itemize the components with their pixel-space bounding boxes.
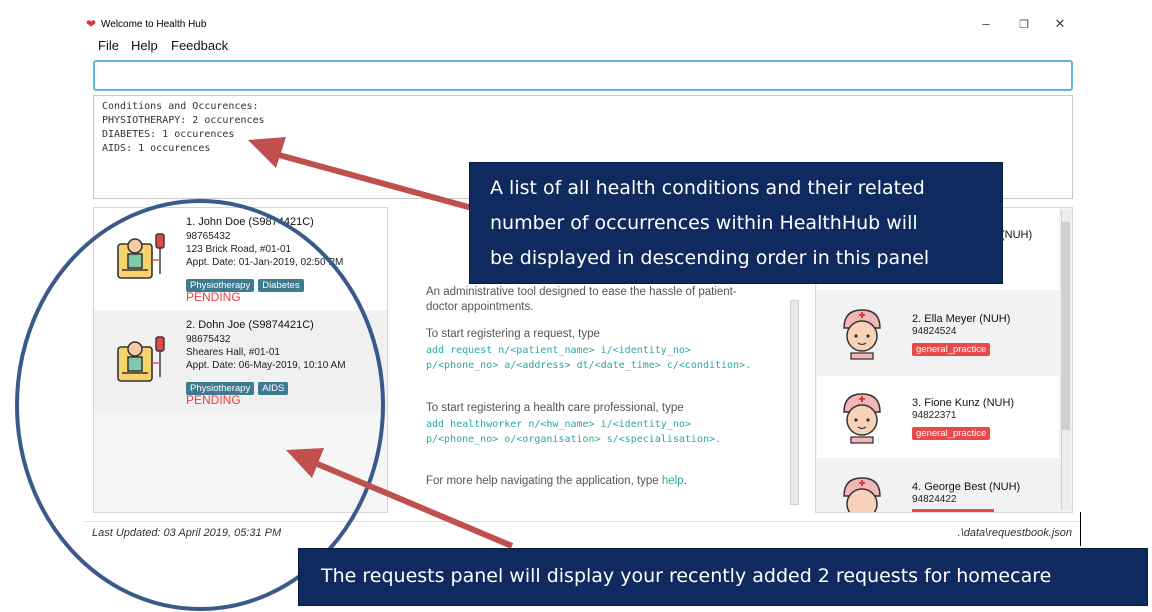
minimize-icon[interactable]: – [976, 16, 996, 31]
help-intro: An administrative tool designed to ease … [426, 286, 737, 298]
help-more-end: . [683, 475, 687, 487]
app-window: ❤ Welcome to Health Hub – ❐ ✕ File Help … [0, 0, 1152, 612]
request-date: Appt. Date: 06-May-2019, 10:10 AM [186, 360, 346, 371]
patient-bed-icon [117, 336, 165, 382]
status-badge: PENDING [186, 393, 241, 407]
callout-line: be displayed in descending order in this… [490, 247, 930, 269]
heart-icon: ❤ [86, 17, 97, 31]
request-card[interactable]: 2. Dohn Joe (S9874421C) 98675432 Sheares… [94, 311, 387, 413]
worker-card[interactable]: 2. Ella Meyer (NUH) 94824524 general_pra… [817, 292, 1059, 374]
worker-phone: 94824422 [912, 494, 957, 505]
command-input[interactable] [93, 60, 1073, 91]
help-request-code: p/<phone_no> a/<address> dt/<date_time> … [426, 360, 752, 371]
nurse-icon [843, 393, 881, 444]
request-date: Appt. Date: 01-Jan-2019, 02:50 PM [186, 257, 344, 268]
callout-requests: The requests panel will display your rec… [298, 548, 1148, 606]
result-line: PHYSIOTHERAPY: 2 occurences [102, 115, 265, 126]
menu-feedback[interactable]: Feedback [171, 38, 228, 53]
request-card[interactable]: 1. John Doe (S9874421C) 98765432 123 Bri… [94, 208, 387, 310]
last-updated: Last Updated: 03 April 2019, 05:31 PM [92, 527, 282, 539]
save-location: .\data\requestbook.json [957, 527, 1072, 539]
patient-bed-icon [117, 233, 165, 279]
request-phone: 98765432 [186, 231, 231, 242]
worker-card[interactable]: 3. Fione Kunz (NUH) 94822371 general_pra… [817, 376, 1059, 458]
help-hw-code: p/<phone_no> o/<organisation> s/<special… [426, 434, 722, 445]
specialisation-tag: general_practice [912, 427, 991, 440]
request-address: Sheares Hall, #01-01 [186, 347, 280, 358]
title-bar: ❤ Welcome to Health Hub – ❐ ✕ [84, 14, 1080, 36]
nurse-icon [843, 477, 881, 512]
worker-phone: 94822371 [912, 410, 957, 421]
worker-name: 2. Ella Meyer (NUH) [912, 313, 1011, 325]
condition-tag: AIDS [258, 382, 289, 395]
menu-help[interactable]: Help [131, 38, 158, 53]
worker-phone: 94824524 [912, 326, 957, 337]
worker-name: 3. Fione Kunz (NUH) [912, 397, 1015, 409]
help-more: For more help navigating the application… [426, 474, 687, 489]
status-bar: Last Updated: 03 April 2019, 05:31 PM .\… [84, 521, 1080, 543]
restore-icon[interactable]: ❐ [1014, 18, 1034, 31]
help-scrollbar[interactable] [790, 300, 799, 505]
status-badge: PENDING [186, 290, 241, 304]
window-title: Welcome to Health Hub [101, 19, 207, 30]
callout-conditions: A list of all health conditions and thei… [469, 162, 1003, 284]
result-line: DIABETES: 1 occurences [102, 129, 235, 140]
request-title: 1. John Doe (S9874421C) [186, 216, 314, 228]
condition-tag: Diabetes [258, 279, 304, 292]
worker-card[interactable]: 4. George Best (NUH) 94824422 [817, 460, 1059, 512]
specialisation-tag [912, 509, 994, 512]
close-icon[interactable]: ✕ [1050, 16, 1070, 32]
help-hw-code: add healthworker n/<hw_name> i/<identity… [426, 419, 691, 430]
specialisation-tag: general_practice [912, 343, 991, 356]
divider [1080, 512, 1081, 546]
result-line: Conditions and Occurences: [102, 101, 259, 112]
worker-scrollbar-thumb[interactable] [1062, 222, 1070, 430]
request-title: 2. Dohn Joe (S9874421C) [186, 319, 314, 331]
callout-line: A list of all health conditions and thei… [490, 177, 925, 199]
help-command: help [661, 475, 684, 487]
help-hw-label: To start registering a health care profe… [426, 402, 684, 414]
request-list-panel: 1. John Doe (S9874421C) 98765432 123 Bri… [93, 207, 388, 513]
nurse-icon [843, 309, 881, 360]
help-intro-2: doctor appointments. [426, 301, 534, 313]
help-request-label: To start registering a request, type [426, 328, 600, 340]
result-line: AIDS: 1 occurences [102, 143, 211, 154]
worker-name: 4. George Best (NUH) [912, 481, 1021, 493]
worker-name: (NUH) [1001, 229, 1033, 241]
callout-line: number of occurrences within HealthHub w… [490, 212, 918, 234]
request-phone: 98675432 [186, 334, 231, 345]
menu-bar: File Help Feedback [84, 36, 1080, 56]
request-address: 123 Brick Road, #01-01 [186, 244, 292, 255]
help-request-code: add request n/<patient_name> i/<identity… [426, 345, 691, 356]
help-more-text: For more help navigating the application… [426, 475, 662, 487]
menu-file[interactable]: File [98, 38, 119, 53]
